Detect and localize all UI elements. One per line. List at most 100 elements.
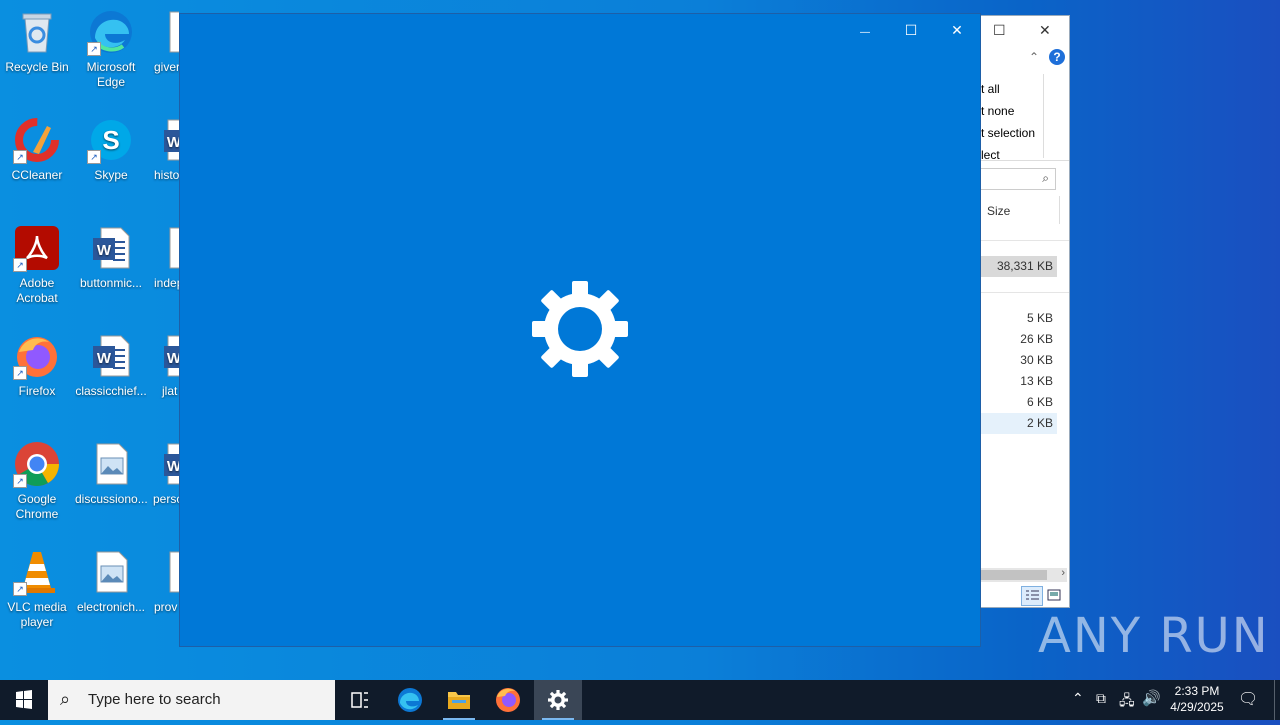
large-icons-view-icon[interactable] <box>1045 587 1063 603</box>
action-center-icon[interactable]: 🗨 <box>1238 689 1258 709</box>
file-explorer-window[interactable]: ☐ ✕ ⌃ ? t all t none t selection lect ⌕ … <box>980 15 1070 608</box>
shortcut-arrow-icon: ↗ <box>87 150 101 164</box>
scrollbar-thumb[interactable] <box>981 570 1047 580</box>
group-divider <box>981 292 1069 293</box>
settings-window[interactable]: — ☐ ✕ <box>179 13 981 647</box>
collapse-ribbon-icon[interactable]: ⌃ <box>1029 50 1039 64</box>
file-size-row[interactable]: 2 KB <box>981 413 1057 434</box>
invert-selection-button[interactable]: t selection <box>981 122 1043 144</box>
vlc-cone-icon: ↗ <box>13 548 61 596</box>
desktop-icon-jlat[interactable]: W jlat <box>150 332 179 399</box>
desktop-icon-adobe-acrobat[interactable]: ↗ Adobe Acrobat <box>1 224 73 306</box>
explorer-search-box[interactable]: ⌕ <box>981 168 1056 190</box>
word-document-icon: W <box>164 332 179 380</box>
desktop-icon-discussiono[interactable]: discussiono... <box>75 440 147 507</box>
desktop-icon-buttonmic[interactable]: W buttonmic... <box>75 224 147 291</box>
word-document-icon: W <box>87 332 135 380</box>
file-size-row[interactable]: 6 KB <box>981 392 1057 413</box>
svg-text:S: S <box>102 125 119 155</box>
ribbon-bottom-divider <box>981 160 1069 161</box>
word-document-icon: W <box>164 440 179 488</box>
explorer-ribbon-select-group: t all t none t selection lect <box>981 78 1043 166</box>
word-document-icon: W <box>164 116 179 164</box>
size-column-header[interactable]: Size <box>987 204 1010 218</box>
taskbar-firefox-button[interactable] <box>484 680 532 720</box>
start-button[interactable] <box>0 680 48 720</box>
search-icon: ⌕ <box>1042 171 1049 185</box>
volume-icon[interactable]: 🔊 <box>1142 689 1161 707</box>
explorer-titlebar[interactable]: ☐ ✕ <box>981 16 1069 44</box>
desktop-icon-perso[interactable]: W perso <box>150 440 179 507</box>
help-icon[interactable]: ? <box>1049 49 1065 65</box>
clock[interactable]: 2:33 PM 4/29/2025 <box>1162 684 1232 714</box>
svg-text:W: W <box>97 242 112 259</box>
desktop-icon-microsoft-edge[interactable]: ↗ Microsoft Edge <box>75 8 147 90</box>
taskbar-settings-button[interactable] <box>534 680 582 720</box>
file-size-row[interactable]: 5 KB <box>981 308 1057 329</box>
header-divider <box>981 240 1069 241</box>
firefox-icon <box>496 688 520 712</box>
task-view-button[interactable] <box>336 680 384 720</box>
google-chrome-icon: ↗ <box>13 440 61 488</box>
desktop-icon-giver[interactable]: giver <box>150 8 179 75</box>
show-desktop-button[interactable] <box>1274 680 1275 720</box>
minimize-button[interactable]: — <box>842 18 888 42</box>
network-device-icon[interactable]: ⧉ <box>1096 690 1106 707</box>
shortcut-arrow-icon: ↗ <box>13 150 27 164</box>
adobe-acrobat-icon: ↗ <box>13 224 61 272</box>
microsoft-edge-icon: ↗ <box>87 8 135 56</box>
settings-gear-icon <box>530 279 630 379</box>
shortcut-arrow-icon: ↗ <box>13 582 27 596</box>
desktop-icon-skype[interactable]: S ↗ Skype <box>75 116 147 183</box>
details-view-icon[interactable] <box>1021 586 1043 606</box>
close-button[interactable]: ✕ <box>934 18 980 42</box>
column-divider <box>1059 196 1060 224</box>
image-file-icon <box>87 548 135 596</box>
network-icon[interactable]: 🖧 <box>1119 690 1135 714</box>
clock-date: 4/29/2025 <box>1170 700 1224 714</box>
desktop-icon-google-chrome[interactable]: ↗ Google Chrome <box>1 440 73 522</box>
file-size-row[interactable]: 30 KB <box>981 350 1057 371</box>
firefox-icon: ↗ <box>13 332 61 380</box>
taskbar-edge-button[interactable] <box>386 680 434 720</box>
folder-icon <box>448 692 470 709</box>
desktop-icon-indep[interactable]: indep <box>150 224 179 291</box>
desktop-icon-firefox[interactable]: ↗ Firefox <box>1 332 73 399</box>
ribbon-divider <box>1043 74 1044 158</box>
svg-text:W: W <box>167 350 179 367</box>
svg-text:W: W <box>167 134 179 151</box>
file-size-row[interactable]: 26 KB <box>981 329 1057 350</box>
desktop-icon-recycle-bin[interactable]: Recycle Bin <box>1 8 73 75</box>
ccleaner-icon: ↗ <box>13 116 61 164</box>
desktop-icon-prov[interactable]: prov <box>150 548 179 615</box>
windows-logo-icon <box>16 690 32 709</box>
shortcut-arrow-icon: ↗ <box>13 258 27 272</box>
maximize-button[interactable]: ☐ <box>888 18 934 42</box>
word-document-icon: W <box>87 224 135 272</box>
horizontal-scrollbar[interactable]: › <box>981 567 1067 582</box>
taskbar-file-explorer-button[interactable] <box>435 680 483 720</box>
desktop-icon-ccleaner[interactable]: ↗ CCleaner <box>1 116 73 183</box>
select-none-button[interactable]: t none <box>981 100 1043 122</box>
desktop-icon-classicchief[interactable]: W classicchief... <box>75 332 147 399</box>
shortcut-arrow-icon: ↗ <box>87 42 101 56</box>
close-icon[interactable]: ✕ <box>1039 22 1051 39</box>
settings-gear-icon <box>548 690 568 710</box>
desktop-icon-histo[interactable]: W histo <box>150 116 179 183</box>
svg-text:W: W <box>97 350 112 367</box>
desktop-icon-electronich[interactable]: electronich... <box>75 548 147 615</box>
task-view-icon <box>351 692 368 708</box>
anyrun-watermark: ANY RUN <box>1038 608 1270 664</box>
select-all-button[interactable]: t all <box>981 78 1043 100</box>
show-hidden-icons-chevron-icon[interactable]: ⌃ <box>1072 690 1084 707</box>
desktop-icon-vlc[interactable]: ↗ VLC media player <box>1 548 73 630</box>
selected-file-size[interactable]: 38,331 KB <box>981 256 1057 277</box>
maximize-icon[interactable]: ☐ <box>993 22 1006 39</box>
taskbar: ⌕ Type here to search ⌃ ⧉ 🖧 🔊 2:33 PM 4/… <box>0 680 1280 720</box>
file-size-row[interactable]: 13 KB <box>981 371 1057 392</box>
taskbar-search-box[interactable]: ⌕ Type here to search <box>48 680 335 720</box>
image-file-icon <box>87 440 135 488</box>
document-icon <box>168 8 179 56</box>
scroll-right-icon[interactable]: › <box>1061 567 1065 579</box>
select-button[interactable]: lect <box>981 144 1043 166</box>
